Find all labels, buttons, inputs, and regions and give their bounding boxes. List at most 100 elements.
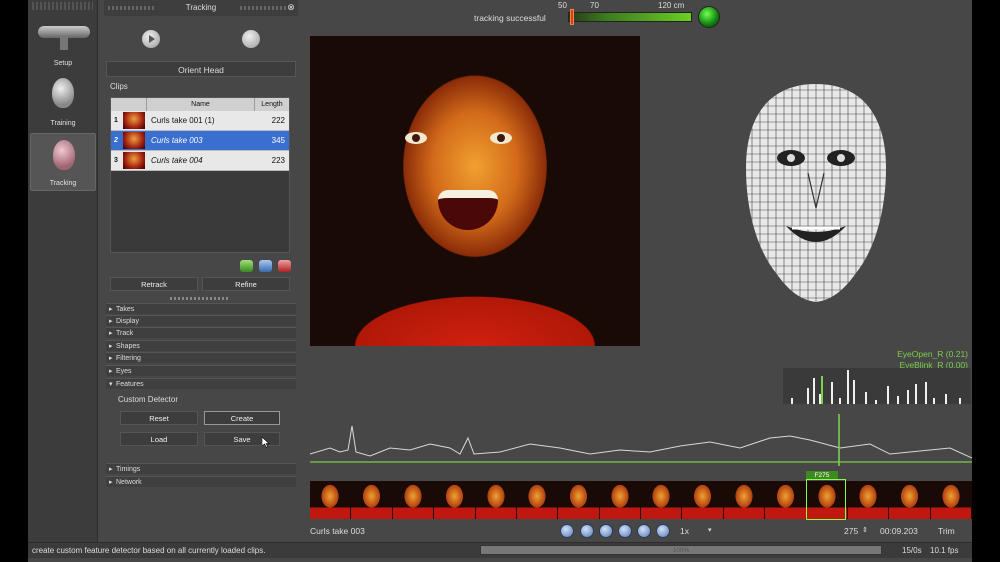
film-frame[interactable] (682, 481, 723, 519)
duplicate-clip-icon[interactable] (259, 260, 273, 272)
section-eyes[interactable]: Eyes (106, 365, 296, 377)
rail-label-training: Training (50, 120, 76, 127)
tracking-head-icon (53, 140, 75, 170)
status-hint: create custom feature detector based on … (32, 546, 266, 555)
clip-row[interactable]: 3 Curls take 004 223 (111, 151, 289, 171)
retrack-button[interactable]: Retrack (110, 277, 198, 291)
face-mouth (438, 190, 498, 230)
film-frame[interactable] (765, 481, 806, 519)
film-frame[interactable] (599, 481, 640, 519)
film-frame[interactable] (889, 481, 930, 519)
video-viewport[interactable] (310, 36, 640, 346)
current-clip-name: Curls take 003 (310, 526, 365, 536)
rail-label-setup: Setup (53, 60, 73, 67)
play-button[interactable] (142, 30, 160, 48)
timecode: 00:09.203 (880, 526, 918, 536)
film-frame[interactable] (310, 481, 351, 519)
frame-number-field[interactable]: 275 (844, 526, 858, 536)
film-frame[interactable] (558, 481, 599, 519)
rail-grip (32, 2, 93, 10)
film-frame[interactable] (930, 481, 971, 519)
distance-scale-50: 50 (558, 1, 567, 10)
distance-scale-70: 70 (590, 1, 599, 10)
col-name[interactable]: Name (147, 98, 255, 111)
tracking-curve-graph[interactable] (310, 414, 972, 466)
clip-row[interactable]: 1 Curls take 001 (1) 222 (111, 111, 289, 131)
training-head-icon (52, 78, 74, 108)
rail-item-setup[interactable]: Setup (30, 12, 96, 70)
section-filtering[interactable]: Filtering (106, 352, 296, 364)
face-eye-left (405, 132, 427, 144)
rail-label-tracking: Tracking (49, 180, 77, 187)
tracking-panel: Tracking ⊗ Orient Head Clips Name Length… (104, 0, 298, 536)
film-frame[interactable] (723, 481, 765, 519)
head-mesh-preview[interactable] (736, 78, 896, 308)
close-icon[interactable]: ⊗ (286, 2, 296, 12)
film-frame[interactable] (351, 481, 392, 519)
record-button[interactable] (242, 30, 260, 48)
loop-button[interactable] (656, 524, 670, 538)
step-back-button[interactable] (580, 524, 594, 538)
clips-table: Name Length 1 Curls take 001 (1) 222 2 C… (110, 97, 290, 253)
col-length[interactable]: Length (255, 98, 289, 111)
distance-marker (570, 9, 574, 25)
clip-name: Curls take 001 (1) (151, 116, 215, 125)
section-takes[interactable]: Takes (106, 303, 296, 315)
col-blank (111, 98, 147, 111)
section-network[interactable]: Network (106, 476, 296, 488)
section-track[interactable]: Track (106, 327, 296, 339)
film-frame[interactable] (641, 481, 682, 519)
clip-length: 223 (271, 156, 285, 165)
clip-name: Curls take 003 (151, 136, 203, 145)
film-frame[interactable] (516, 481, 558, 519)
refine-button[interactable]: Refine (202, 277, 290, 291)
clip-thumbnail (123, 112, 145, 129)
rail-item-training[interactable]: Training (30, 72, 96, 130)
remove-clip-icon[interactable] (278, 260, 292, 272)
clip-length: 345 (271, 136, 285, 145)
film-frame[interactable] (847, 481, 889, 519)
trim-button[interactable]: Trim (938, 526, 955, 536)
panel-title-bar: Tracking ⊗ (104, 0, 298, 16)
create-button[interactable]: Create (204, 411, 280, 425)
distance-scale-120: 120 cm (658, 1, 685, 10)
mode-rail: Setup Training Tracking (28, 0, 98, 558)
clip-thumbnail (123, 132, 145, 149)
face-eye-right (490, 132, 512, 144)
section-shapes[interactable]: Shapes (106, 340, 296, 352)
status-fps: 10.1 fps (930, 546, 959, 555)
clip-thumbnail (123, 152, 145, 169)
film-frame[interactable] (434, 481, 475, 519)
distance-meter (568, 12, 692, 22)
clip-length: 222 (271, 116, 285, 125)
clip-name: Curls take 004 (151, 156, 203, 165)
speed-dropdown-icon[interactable]: ▾ (708, 526, 712, 534)
current-frame-highlight (806, 479, 846, 520)
section-features[interactable]: Features (106, 378, 296, 390)
features-content: Custom Detector Reset Create Load Save (112, 393, 288, 453)
splitter-handle[interactable] (170, 297, 230, 300)
film-frame[interactable] (392, 481, 434, 519)
skip-end-button[interactable] (637, 524, 651, 538)
clips-label: Clips (110, 82, 128, 91)
add-clip-icon[interactable] (240, 260, 253, 272)
rail-item-tracking[interactable]: Tracking (30, 133, 96, 191)
orient-head-button[interactable]: Orient Head (106, 61, 296, 77)
progress-bar: 100% (480, 545, 882, 555)
section-timings[interactable]: Timings (106, 463, 296, 475)
speed-select[interactable]: 1x (680, 526, 689, 536)
skip-start-button[interactable] (560, 524, 574, 538)
play-icon (149, 35, 155, 43)
panel-title: Tracking (185, 3, 217, 12)
step-forward-button[interactable] (618, 524, 632, 538)
frame-filmstrip[interactable] (310, 481, 972, 519)
play-forward-button[interactable] (599, 524, 613, 538)
load-button[interactable]: Load (120, 432, 198, 446)
reset-button[interactable]: Reset (120, 411, 198, 425)
film-frame[interactable] (475, 481, 516, 519)
frame-stepper-icon[interactable]: ⇕ (862, 526, 868, 534)
clip-action-icons (236, 260, 292, 274)
clip-row-selected[interactable]: 2 Curls take 003 345 (111, 131, 289, 151)
clip-num: 1 (114, 117, 118, 124)
section-display[interactable]: Display (106, 315, 296, 327)
